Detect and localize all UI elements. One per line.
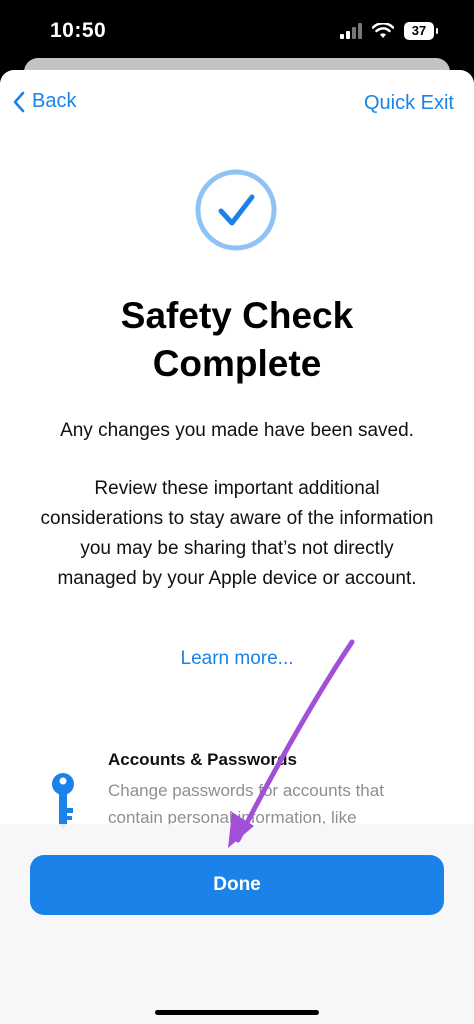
signal-icon [340, 23, 362, 39]
accounts-passwords-description: Change passwords for accounts that conta… [108, 781, 384, 827]
status-bar: 10:50 37 [0, 0, 474, 64]
wifi-icon [372, 23, 394, 38]
done-button[interactable]: Done [30, 855, 444, 915]
status-time: 10:50 [50, 19, 107, 42]
saved-message: Any changes you made have been saved. [60, 420, 414, 441]
quick-exit-button[interactable]: Quick Exit [364, 92, 454, 115]
battery-icon: 37 [404, 22, 438, 40]
key-icon [52, 773, 74, 829]
accounts-passwords-title: Accounts & Passwords [108, 750, 297, 769]
home-indicator [155, 1010, 319, 1015]
back-button[interactable]: Back [12, 90, 76, 113]
chevron-left-icon [13, 91, 25, 112]
learn-more-link[interactable]: Learn more... [0, 648, 474, 670]
status-icons: 37 [340, 22, 438, 40]
title-line-1: Safety Check [120, 295, 354, 336]
title-line-2: Complete [152, 343, 322, 384]
page-title: Safety Check Complete [0, 292, 474, 388]
bottom-panel [0, 824, 474, 1024]
review-message: Review these important additional consid… [40, 478, 434, 589]
safety-check-sheet: Back Quick Exit Safety Check Complete An… [0, 70, 474, 1024]
checkmark-circle-icon [195, 169, 277, 251]
back-label: Back [32, 90, 77, 112]
